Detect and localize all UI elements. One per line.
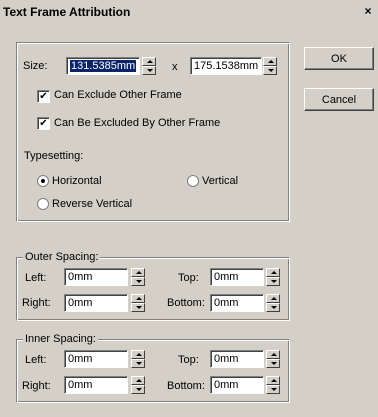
- spinner-up-icon[interactable]: [266, 268, 280, 277]
- ok-button[interactable]: OK: [304, 47, 374, 70]
- outer-top-label: Top:: [178, 272, 199, 284]
- size-height-spinner[interactable]: [263, 57, 277, 75]
- outer-right-spinner[interactable]: [131, 294, 145, 312]
- spinner-down-icon[interactable]: [266, 277, 280, 286]
- spinner-down-icon[interactable]: [266, 385, 280, 394]
- inner-right-field[interactable]: 0mm: [64, 376, 128, 394]
- inner-bottom-field[interactable]: 0mm: [210, 376, 264, 394]
- spinner-down-icon[interactable]: [266, 303, 280, 312]
- outer-right-label: Right:: [22, 297, 51, 309]
- outer-bottom-spinner[interactable]: [266, 294, 280, 312]
- spinner-down-icon[interactable]: [263, 66, 277, 75]
- outer-left-field[interactable]: 0mm: [64, 268, 128, 286]
- vertical-label: Vertical: [202, 175, 239, 187]
- spinner-down-icon[interactable]: [266, 359, 280, 368]
- can-be-excluded-checkbox[interactable]: ✔: [37, 117, 50, 130]
- inner-top-label: Top:: [178, 354, 199, 366]
- inner-right-spinner[interactable]: [131, 376, 145, 394]
- inner-top-field[interactable]: 0mm: [210, 350, 264, 368]
- dialog-title: Text Frame Attribution: [3, 5, 131, 19]
- outer-left-spinner[interactable]: [131, 268, 145, 286]
- spinner-down-icon[interactable]: [131, 277, 145, 286]
- outer-left-label: Left:: [25, 272, 47, 284]
- spinner-down-icon[interactable]: [131, 359, 145, 368]
- spinner-up-icon[interactable]: [266, 294, 280, 303]
- inner-left-spinner[interactable]: [131, 350, 145, 368]
- spinner-up-icon[interactable]: [266, 350, 280, 359]
- inner-spacing-legend: Inner Spacing:: [23, 333, 98, 345]
- outer-bottom-label: Bottom:: [167, 297, 205, 309]
- title-bar: Text Frame Attribution ×: [0, 0, 378, 24]
- spinner-up-icon[interactable]: [266, 376, 280, 385]
- inner-bottom-spinner[interactable]: [266, 376, 280, 394]
- close-button[interactable]: ×: [360, 2, 376, 20]
- outer-right-field[interactable]: 0mm: [64, 294, 128, 312]
- outer-spacing-legend: Outer Spacing:: [23, 251, 101, 263]
- can-exclude-label: Can Exclude Other Frame: [54, 89, 182, 101]
- spinner-down-icon[interactable]: [131, 303, 145, 312]
- inner-right-label: Right:: [22, 380, 51, 392]
- size-label: Size:: [23, 60, 48, 72]
- spinner-up-icon[interactable]: [142, 57, 156, 66]
- inner-top-spinner[interactable]: [266, 350, 280, 368]
- horizontal-label: Horizontal: [52, 175, 102, 187]
- spinner-up-icon[interactable]: [131, 376, 145, 385]
- spinner-down-icon[interactable]: [142, 66, 156, 75]
- spinner-down-icon[interactable]: [131, 385, 145, 394]
- inner-bottom-label: Bottom:: [167, 380, 205, 392]
- size-width-value: 131.5385mm: [70, 60, 137, 72]
- spinner-up-icon[interactable]: [131, 350, 145, 359]
- cancel-button[interactable]: Cancel: [304, 88, 374, 111]
- typesetting-label: Typesetting:: [24, 150, 84, 162]
- size-separator: x: [172, 61, 178, 73]
- spinner-up-icon[interactable]: [131, 294, 145, 303]
- dialog-window: Text Frame Attribution × Size: 131.5385m…: [0, 0, 378, 417]
- size-width-field[interactable]: 131.5385mm: [66, 57, 140, 75]
- outer-top-spinner[interactable]: [266, 268, 280, 286]
- spinner-up-icon[interactable]: [131, 268, 145, 277]
- can-exclude-checkbox[interactable]: ✔: [37, 90, 50, 103]
- inner-left-field[interactable]: 0mm: [64, 350, 128, 368]
- spinner-up-icon[interactable]: [263, 57, 277, 66]
- inner-left-label: Left:: [25, 354, 47, 366]
- outer-top-field[interactable]: 0mm: [210, 268, 264, 286]
- reverse-vertical-label: Reverse Vertical: [52, 198, 133, 210]
- size-height-field[interactable]: 175.1538mm: [190, 57, 262, 75]
- outer-bottom-field[interactable]: 0mm: [210, 294, 264, 312]
- vertical-radio[interactable]: [187, 175, 199, 187]
- horizontal-radio[interactable]: [37, 175, 49, 187]
- reverse-vertical-radio[interactable]: [37, 198, 49, 210]
- size-width-spinner[interactable]: [142, 57, 156, 75]
- can-be-excluded-label: Can Be Excluded By Other Frame: [54, 117, 221, 129]
